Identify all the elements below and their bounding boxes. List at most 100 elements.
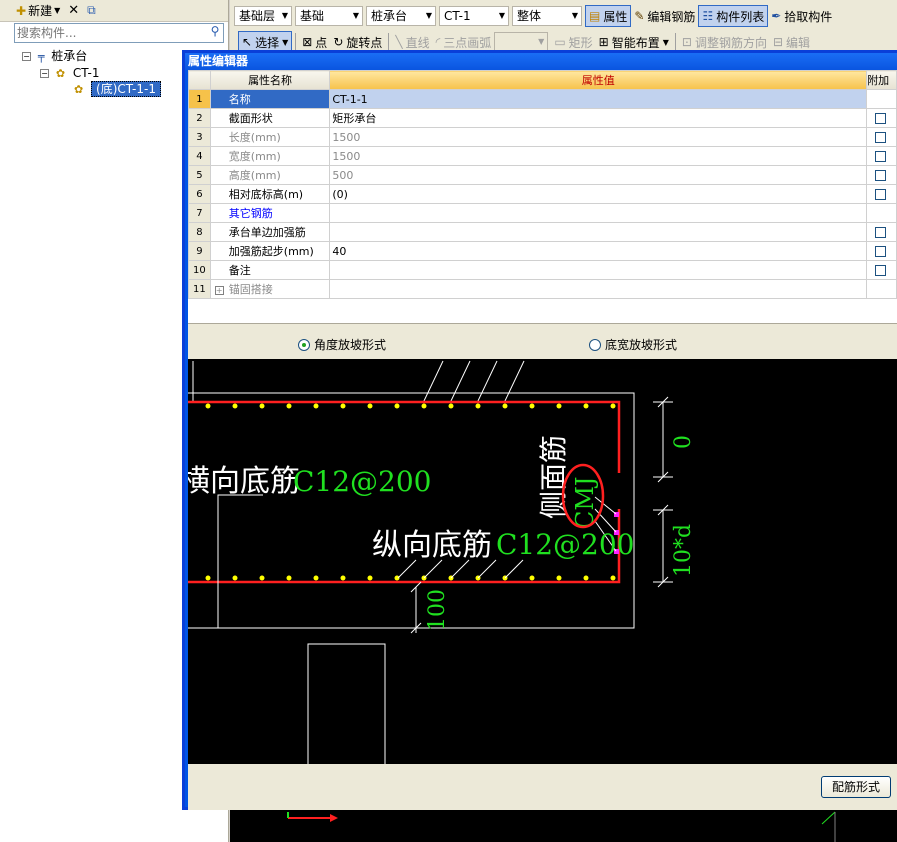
property-name[interactable]: 相对底标高(m) (209, 184, 331, 204)
rect-icon: ▭ (554, 35, 566, 49)
table-row[interactable]: 2 截面形状 矩形承台 (188, 108, 897, 128)
table-row[interactable]: 5 高度(mm) 500 (188, 165, 897, 185)
mode-select[interactable]: 整体 ▼ (512, 6, 582, 26)
property-name[interactable]: 承台单边加强筋 (209, 222, 331, 242)
table-row[interactable]: 10 备注 (188, 260, 897, 280)
property-value[interactable] (329, 260, 868, 280)
category-select[interactable]: 基础 ▼ (295, 6, 363, 26)
eyedropper-icon: ✒ (771, 9, 782, 23)
radio-width-slope[interactable]: 底宽放坡形式 (589, 336, 677, 353)
property-value[interactable]: 1500 (329, 146, 868, 166)
extra-checkbox[interactable] (875, 132, 887, 143)
divider (295, 33, 297, 51)
chevron-down-icon: ▼ (352, 11, 359, 20)
property-name[interactable]: 长度(mm) (209, 127, 331, 147)
chevron-down-icon: ▼ (498, 11, 505, 20)
type-select[interactable]: 桩承台 ▼ (366, 6, 436, 26)
table-row[interactable]: 6 相对底标高(m) (0) (188, 184, 897, 204)
property-name[interactable]: 名称 (209, 89, 331, 109)
extra-cell (866, 260, 897, 280)
expand-icon[interactable]: + (214, 285, 224, 295)
extra-checkbox[interactable] (875, 189, 887, 200)
property-value[interactable]: 500 (329, 165, 868, 185)
row-number: 7 (188, 203, 211, 223)
property-value[interactable] (329, 279, 868, 299)
element-list-button[interactable]: ☷ 构件列表 (698, 5, 769, 27)
rotate-icon: ↻ (333, 35, 344, 49)
delete-button[interactable]: ✕ (66, 2, 81, 20)
property-value-header: 属性值 (329, 70, 868, 90)
search-icon[interactable]: ⚲ (206, 24, 224, 42)
table-row[interactable]: 1 名称 CT-1-1 (188, 89, 897, 109)
window-footer: 配筋形式 (188, 764, 897, 810)
floor-select[interactable]: 基础层 ▼ (234, 6, 292, 26)
table-row[interactable]: 9 加强筋起步(mm) 40 (188, 241, 897, 261)
extra-cell (866, 165, 897, 185)
table-row[interactable]: 11 + 锚固搭接 (188, 279, 897, 299)
collapse-icon[interactable]: − (40, 69, 49, 78)
property-value[interactable]: 40 (329, 241, 868, 261)
property-table: 属性名称 属性值 附加 1 名称 CT-1-1 2 截面形状 矩形承台 3 长度… (188, 70, 897, 299)
table-row[interactable]: 3 长度(mm) 1500 (188, 127, 897, 147)
extra-checkbox[interactable] (875, 151, 887, 162)
h-rebar-spec: C12@200 (293, 465, 432, 498)
property-value[interactable]: 1500 (329, 127, 868, 147)
property-name[interactable]: 备注 (209, 260, 331, 280)
table-row[interactable]: 4 宽度(mm) 1500 (188, 146, 897, 166)
property-name[interactable]: + 锚固搭接 (209, 279, 331, 299)
tree-node-ct1[interactable]: − ✿ CT-1 (40, 65, 99, 81)
dim-side-lines (653, 504, 673, 588)
rebar-drawing-canvas[interactable]: 横向底筋 C12@200 纵向底筋 C12@200 侧面筋 CMJ 0 10*d (188, 359, 897, 764)
property-name[interactable]: 截面形状 (209, 108, 331, 128)
dim-top-text: 0 (671, 435, 696, 449)
pick-element-button[interactable]: ✒ 拾取构件 (768, 5, 835, 27)
copy-button[interactable]: ⧉ (85, 2, 98, 20)
new-button[interactable]: ✚ 新建 ▼ (14, 2, 62, 20)
property-value[interactable] (329, 203, 868, 223)
arc-select[interactable]: ▼ (494, 32, 549, 52)
rebar-form-button[interactable]: 配筋形式 (821, 776, 891, 798)
row-number: 10 (188, 260, 211, 280)
slope-form-options: 角度放坡形式 底宽放坡形式 (188, 323, 897, 359)
axis-indicator (287, 811, 836, 842)
property-value[interactable]: (0) (329, 184, 868, 204)
divider (388, 33, 390, 51)
collapse-icon[interactable]: − (22, 52, 31, 61)
property-button[interactable]: ▤ 属性 (585, 5, 632, 27)
property-name[interactable]: 其它钢筋 (209, 203, 331, 223)
property-name[interactable]: 宽度(mm) (209, 146, 331, 166)
tree-node-pile-cap[interactable]: − ╤ 桩承台 (22, 48, 87, 64)
dim-side-text: 10*d (671, 524, 696, 577)
property-value[interactable]: 矩形承台 (329, 108, 868, 128)
pile-outline (307, 643, 386, 764)
top-rebar-dots (205, 403, 616, 409)
row-number: 2 (188, 108, 211, 128)
extra-checkbox[interactable] (875, 265, 887, 276)
dim-bottom-lines (410, 581, 422, 634)
extra-checkbox[interactable] (875, 170, 887, 181)
radio-selected-icon (298, 338, 310, 351)
pen-icon: ✎ (634, 9, 645, 23)
table-row[interactable]: 7 其它钢筋 (188, 203, 897, 223)
property-name[interactable]: 加强筋起步(mm) (209, 241, 331, 261)
search-input[interactable]: 搜索构件... (14, 23, 224, 43)
element-select[interactable]: CT-1 ▼ (439, 6, 509, 26)
property-grid: 属性名称 属性值 附加 1 名称 CT-1-1 2 截面形状 矩形承台 3 长度… (188, 70, 897, 323)
window-title[interactable]: 属性编辑器 (185, 53, 897, 70)
extra-checkbox[interactable] (875, 246, 887, 257)
chevron-down-icon: ▼ (425, 11, 432, 20)
property-name[interactable]: 高度(mm) (209, 165, 331, 185)
background-cad-area[interactable] (230, 810, 897, 842)
point-icon: ⊠ (302, 35, 313, 49)
extra-checkbox[interactable] (875, 227, 887, 238)
extra-checkbox[interactable] (875, 113, 887, 124)
radio-angle-slope[interactable]: 角度放坡形式 (298, 336, 386, 353)
edit-rebar-button[interactable]: ✎ 编辑钢筋 (631, 5, 698, 27)
h-rebar-leader (217, 494, 263, 628)
table-row[interactable]: 8 承台单边加强筋 (188, 222, 897, 242)
tree-toolbar: ✚ 新建 ▼ ✕ ⧉ (0, 0, 228, 22)
property-value[interactable] (329, 222, 868, 242)
property-value[interactable]: CT-1-1 (329, 89, 868, 109)
gear-icon: ✿ (55, 67, 66, 80)
tree-node-ct1-1[interactable]: ✿ (底)CT-1-1 (74, 81, 161, 97)
